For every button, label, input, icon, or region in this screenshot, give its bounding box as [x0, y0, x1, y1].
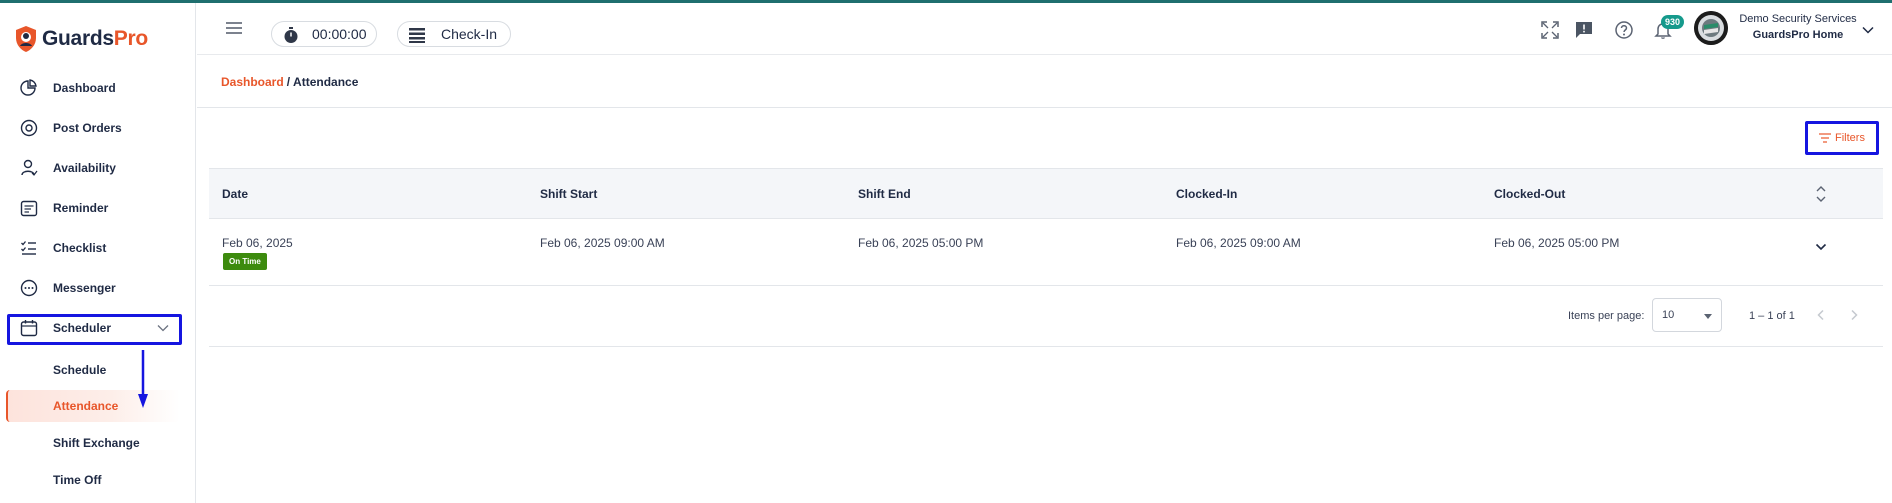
checkin-label: Check-In [441, 26, 498, 42]
sidebar-subitem-label: Time Off [53, 473, 102, 487]
sidebar-item-post-orders[interactable]: Post Orders [8, 113, 180, 143]
sidebar-subitem-attendance[interactable]: Attendance [6, 390, 180, 422]
breadcrumb-current: Attendance [293, 75, 359, 89]
timer-value: 00:00:00 [312, 26, 367, 42]
stopwatch-icon [284, 27, 298, 43]
badge-icon [20, 119, 38, 137]
cell-clocked-out: Feb 06, 2025 05:00 PM [1494, 236, 1620, 250]
timer-pill[interactable]: 00:00:00 [271, 21, 377, 47]
brand-name: GuardsPro [42, 27, 148, 50]
sidebar-item-label: Availability [53, 161, 116, 175]
cell-shift-end: Feb 06, 2025 05:00 PM [858, 236, 984, 250]
table-header: Date Shift Start Shift End Clocked-In Cl… [209, 168, 1883, 219]
shield-guard-logo-icon [16, 26, 36, 52]
sidebar-subitem-time-off[interactable]: Time Off [6, 464, 180, 496]
column-header-shift-start: Shift Start [540, 187, 598, 201]
sidebar-item-scheduler[interactable]: Scheduler [8, 313, 180, 343]
sidebar-item-reminder[interactable]: Reminder [8, 193, 180, 223]
chat-bubble-icon [20, 279, 38, 297]
notification-count-badge: 930 [1661, 15, 1685, 29]
breadcrumb: Dashboard / Attendance [221, 75, 358, 89]
chevron-down-icon[interactable] [1861, 23, 1875, 37]
page-range-label: 1 – 1 of 1 [1749, 310, 1795, 322]
sidebar-subitem-schedule[interactable]: Schedule [6, 354, 180, 386]
sidebar-item-dashboard[interactable]: Dashboard [8, 73, 180, 103]
sidebar-subitem-label: Schedule [53, 363, 107, 377]
sidebar: GuardsPro Dashboard Post Orders Availabi… [0, 3, 196, 503]
sidebar-item-availability[interactable]: Availability [8, 153, 180, 183]
fullscreen-icon[interactable] [1540, 20, 1560, 40]
previous-page-icon[interactable] [1814, 308, 1828, 322]
sidebar-item-label: Dashboard [53, 81, 116, 95]
items-per-page-value: 10 [1662, 309, 1675, 321]
calendar-icon [20, 320, 38, 337]
sidebar-subitem-label: Shift Exchange [53, 436, 140, 450]
chevron-down-icon [157, 325, 169, 332]
breadcrumb-separator: / [286, 75, 291, 89]
checklist-icon [21, 241, 36, 255]
content-divider [197, 107, 1892, 108]
user-organization: Demo Security Services [1739, 13, 1857, 25]
items-per-page-label: Items per page: [1568, 310, 1645, 322]
brand-logo[interactable]: GuardsPro [14, 23, 148, 55]
hamburger-menu-icon[interactable] [225, 21, 243, 35]
chevron-down-icon[interactable] [1815, 241, 1827, 253]
sidebar-item-label: Post Orders [53, 121, 122, 135]
feedback-icon[interactable] [1574, 20, 1594, 40]
sidebar-item-label: Messenger [53, 281, 116, 295]
top-header: 00:00:00 Check-In 930 Demo Security Serv… [197, 3, 1892, 55]
column-header-shift-end: Shift End [858, 187, 911, 201]
user-avatar-logo-icon [1694, 11, 1728, 45]
column-header-clocked-out: Clocked-Out [1494, 187, 1566, 201]
expand-collapse-all-icon[interactable] [1815, 185, 1827, 203]
calendar-list-icon [20, 200, 38, 217]
sidebar-item-label: Scheduler [53, 321, 112, 335]
user-name: GuardsPro Home [1752, 29, 1844, 41]
pie-chart-icon [20, 79, 37, 96]
filters-button[interactable]: Filters [1806, 121, 1878, 155]
sidebar-item-label: Checklist [53, 241, 107, 255]
column-header-clocked-in: Clocked-In [1176, 187, 1238, 201]
filter-lines-icon [1819, 133, 1832, 143]
sidebar-subitem-label: Attendance [53, 399, 119, 413]
paginator: Items per page: 10 1 – 1 of 1 [209, 286, 1883, 347]
cell-clocked-in: Feb 06, 2025 09:00 AM [1176, 236, 1301, 250]
caret-down-icon [1704, 314, 1712, 319]
column-header-date: Date [222, 187, 249, 201]
person-check-icon [21, 159, 38, 176]
help-icon[interactable] [1614, 20, 1634, 40]
breadcrumb-dashboard-link[interactable]: Dashboard [221, 75, 284, 89]
arrow-down-icon [138, 350, 148, 408]
cell-date: Feb 06, 2025 [222, 236, 293, 250]
sidebar-item-label: Reminder [53, 201, 109, 215]
list-icon [409, 28, 425, 43]
filters-label: Filters [1835, 132, 1865, 144]
checkin-button[interactable]: Check-In [397, 21, 511, 47]
sidebar-item-checklist[interactable]: Checklist [8, 233, 180, 263]
cell-shift-start: Feb 06, 2025 09:00 AM [540, 236, 665, 250]
next-page-icon[interactable] [1847, 308, 1861, 322]
items-per-page-select[interactable]: 10 [1652, 298, 1722, 332]
sidebar-item-messenger[interactable]: Messenger [8, 273, 180, 303]
sidebar-subitem-shift-exchange[interactable]: Shift Exchange [6, 427, 180, 459]
avatar[interactable] [1694, 11, 1728, 45]
table-row[interactable]: Feb 06, 2025 On Time Feb 06, 2025 09:00 … [209, 219, 1883, 286]
status-badge: On Time [223, 253, 267, 270]
